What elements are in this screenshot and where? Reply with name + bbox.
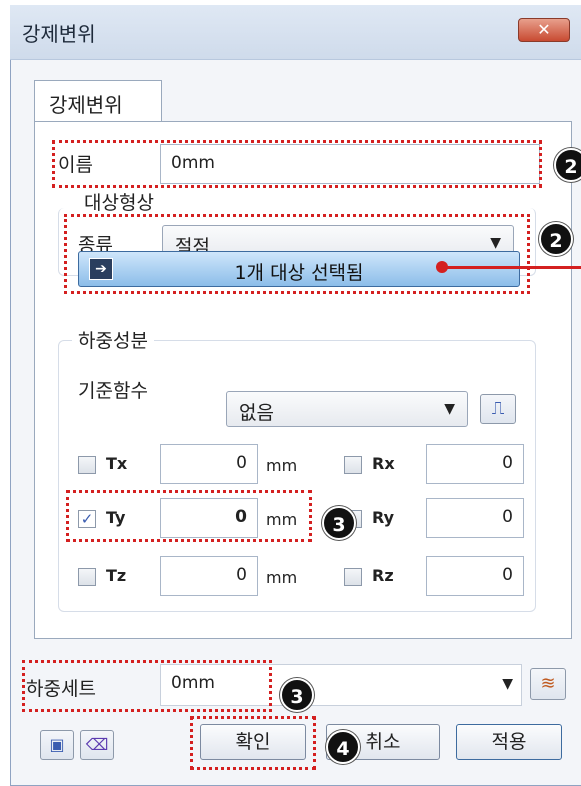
annotation-pointer-line — [442, 266, 581, 269]
apply-button[interactable]: 적용 — [456, 724, 562, 760]
ref-function-value: 없음 — [239, 402, 274, 424]
tx-unit: mm — [266, 456, 298, 475]
tz-unit: mm — [266, 568, 298, 587]
image-icon[interactable]: ▣ — [40, 730, 74, 760]
annotation-box-target — [64, 214, 530, 294]
chevron-down-icon: ▼ — [444, 401, 455, 417]
tab-forced-displacement[interactable]: 강제변위 — [34, 80, 162, 122]
annotation-box-name — [52, 140, 542, 188]
rz-checkbox[interactable] — [344, 568, 362, 586]
tx-input[interactable]: 0 — [160, 444, 258, 484]
target-group-title: 대상형상 — [78, 188, 160, 215]
annotation-badge-name: 2 — [554, 148, 581, 182]
eraser-icon[interactable]: ⌫ — [80, 730, 114, 760]
tx-label: Tx — [106, 454, 128, 473]
annotation-pointer-dot — [436, 261, 448, 273]
window-title: 강제변위 — [22, 22, 96, 46]
ref-function-label: 기준함수 — [78, 380, 148, 402]
ry-label: Ry — [372, 508, 395, 527]
rz-input[interactable]: 0 — [426, 556, 524, 596]
tz-checkbox[interactable] — [78, 568, 96, 586]
annotation-badge-ok: 4 — [326, 730, 360, 764]
annotation-badge-target: 2 — [539, 222, 573, 256]
function-graph-icon[interactable]: ⎍ — [480, 394, 516, 424]
annotation-box-ty — [66, 490, 312, 542]
title-bar[interactable] — [10, 5, 581, 60]
rx-label: Rx — [372, 454, 395, 473]
annotation-box-loadset — [22, 660, 272, 712]
annotation-badge-ty: 3 — [322, 506, 356, 540]
close-button[interactable]: ✕ — [518, 18, 570, 42]
tx-checkbox[interactable] — [78, 456, 96, 474]
load-group-title: 하중성분 — [72, 326, 154, 353]
load-set-manager-icon[interactable]: ≋ — [530, 668, 566, 700]
rx-input[interactable]: 0 — [426, 444, 524, 484]
annotation-badge-loadset: 3 — [280, 678, 314, 712]
ry-input[interactable]: 0 — [426, 498, 524, 538]
tz-label: Tz — [106, 566, 127, 585]
tz-input[interactable]: 0 — [160, 556, 258, 596]
rz-label: Rz — [372, 566, 394, 585]
rx-checkbox[interactable] — [344, 456, 362, 474]
annotation-box-ok — [190, 716, 316, 770]
ref-function-select[interactable]: 없음 ▼ — [226, 391, 468, 427]
chevron-down-icon: ▼ — [502, 676, 513, 692]
